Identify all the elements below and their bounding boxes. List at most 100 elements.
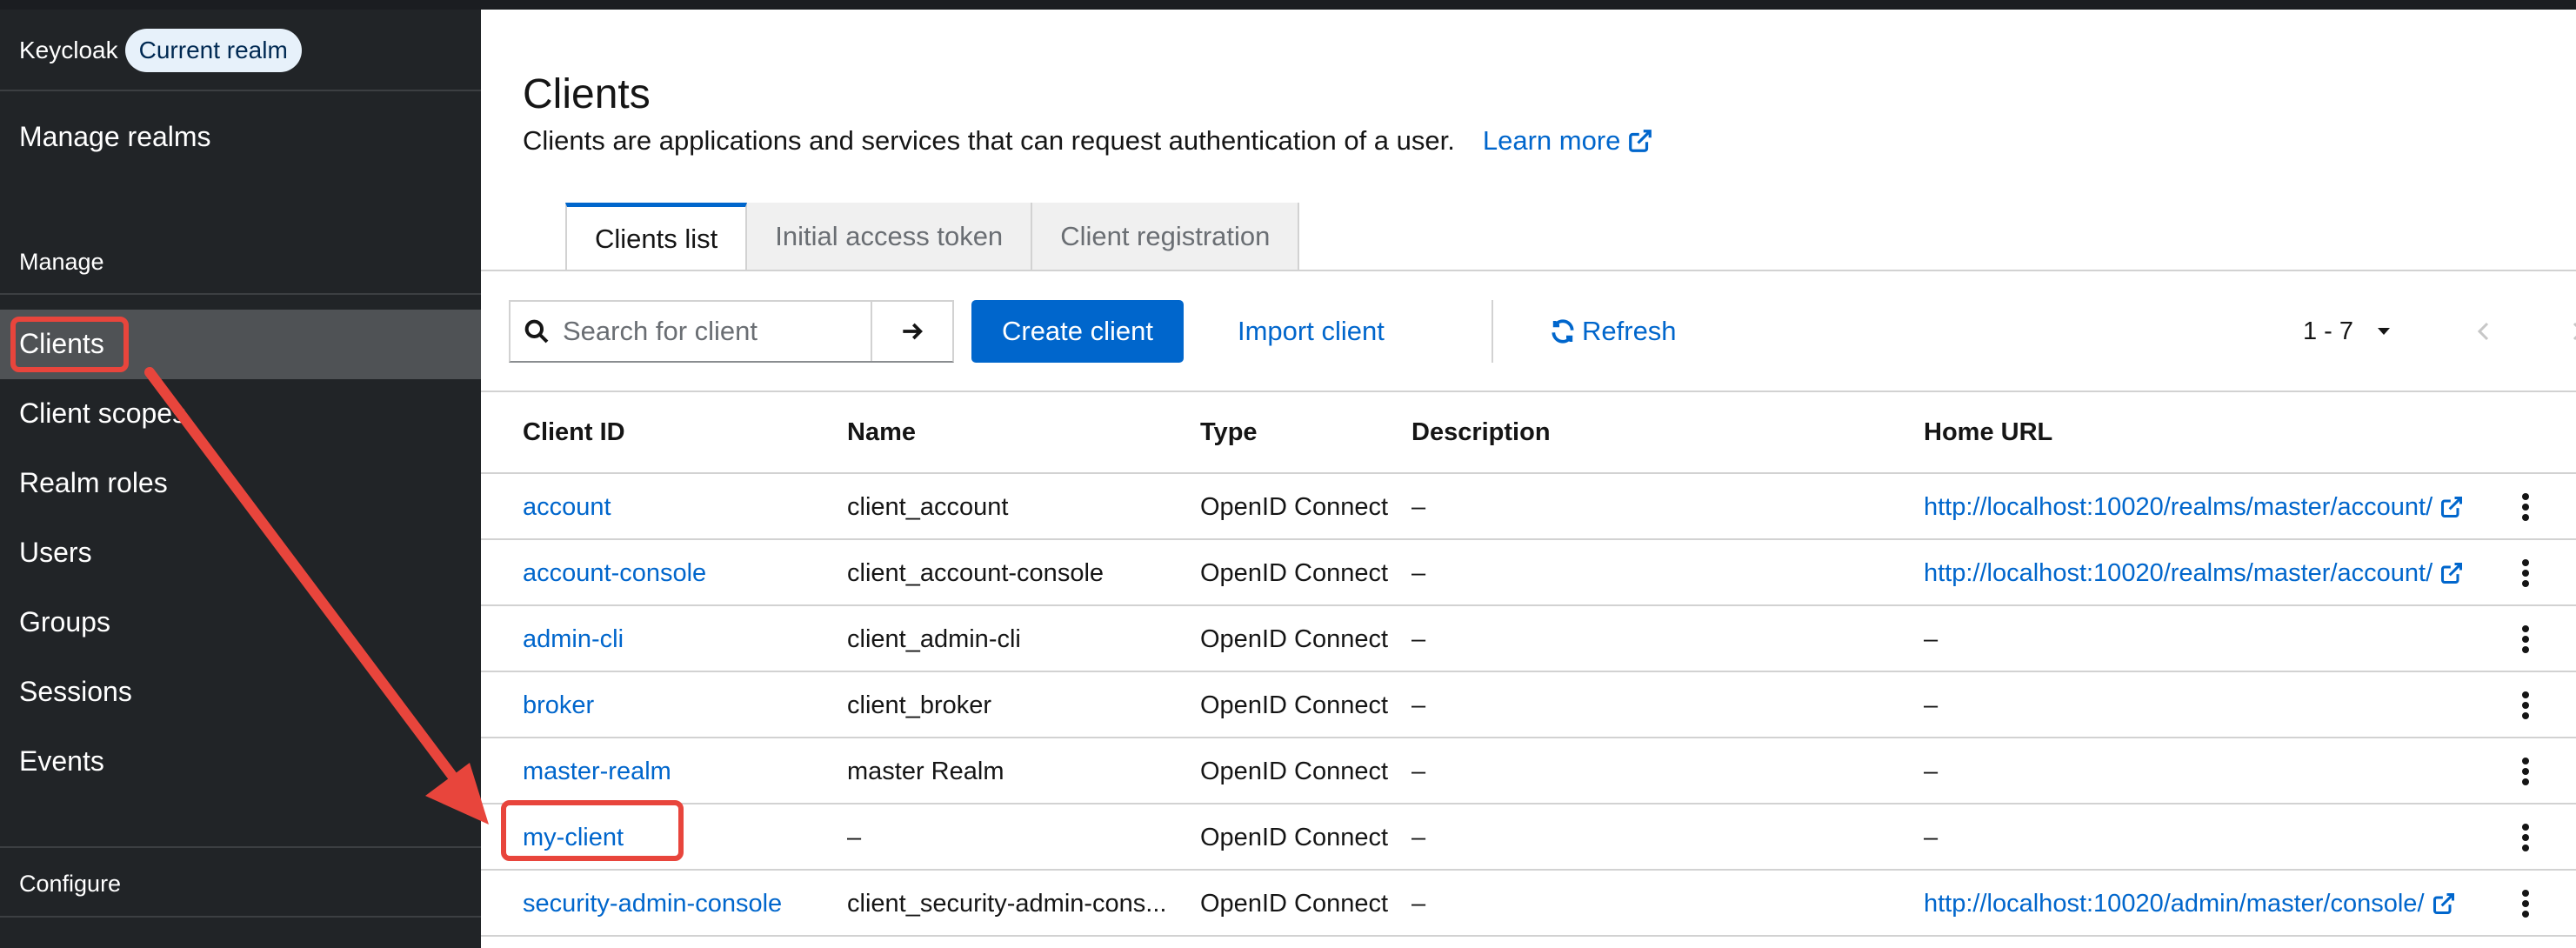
- sidebar-item-manage-realms[interactable]: Manage realms: [19, 121, 211, 153]
- pagination-range: 1 - 7: [2303, 317, 2354, 345]
- client-type: OpenID Connect: [1200, 757, 1389, 785]
- row-divider: [481, 671, 2576, 672]
- row-divider: [481, 604, 2576, 606]
- sidebar-divider: [0, 916, 481, 918]
- home-url-link[interactable]: http://localhost:10020/realms/master/acc…: [1924, 540, 2464, 606]
- client-description: –: [1411, 492, 1426, 521]
- row-actions-kebab-icon[interactable]: [2517, 491, 2534, 523]
- table-top-border: [481, 391, 2576, 392]
- refresh-icon: [1552, 319, 1574, 344]
- chevron-left-icon[interactable]: [2474, 319, 2493, 344]
- row-divider: [481, 538, 2576, 540]
- import-client-button[interactable]: Import client: [1238, 300, 1385, 363]
- client-id-link[interactable]: master-realm: [523, 738, 671, 804]
- create-client-button[interactable]: Create client: [971, 300, 1184, 363]
- home-url: –: [1924, 691, 1939, 719]
- annotation-highlight-my-client: [501, 800, 684, 861]
- client-name: –: [847, 823, 862, 851]
- tab-clients-list[interactable]: Clients list: [565, 203, 748, 270]
- tab-client-registration[interactable]: Client registration: [1032, 203, 1300, 270]
- refresh-button[interactable]: Refresh: [1549, 300, 1677, 363]
- client-id-link[interactable]: security-admin-console: [523, 871, 782, 937]
- client-name: client_admin-cli: [847, 624, 1021, 653]
- client-type: OpenID Connect: [1200, 624, 1389, 653]
- client-name: client_broker: [847, 691, 992, 719]
- row-divider: [481, 737, 2576, 738]
- search-input[interactable]: Search for client: [511, 302, 872, 361]
- main-content: Clients Clients are applications and ser…: [481, 10, 2576, 948]
- row-actions-kebab-icon[interactable]: [2517, 690, 2534, 721]
- client-type: OpenID Connect: [1200, 823, 1389, 851]
- tabs-divider: [481, 270, 2576, 271]
- sidebar-divider: [0, 293, 481, 295]
- sidebar-item-groups[interactable]: Groups: [19, 606, 110, 638]
- brand: Keycloak Current realm: [19, 24, 302, 77]
- tab-initial-access-token[interactable]: Initial access token: [747, 203, 1033, 270]
- page-description: Clients are applications and services th…: [523, 125, 1653, 157]
- table-row: broker client_broker OpenID Connect – –: [481, 672, 2576, 738]
- column-header-description[interactable]: Description: [1411, 418, 1551, 447]
- learn-more-link[interactable]: Learn more: [1483, 125, 1654, 157]
- external-link-icon: [1629, 130, 1652, 152]
- client-name: client_account-console: [847, 558, 1104, 587]
- pagination-toggle[interactable]: 1 - 7: [2303, 300, 2392, 363]
- client-type: OpenID Connect: [1200, 889, 1389, 918]
- client-name: master Realm: [847, 757, 1004, 785]
- client-id-link[interactable]: account: [523, 474, 611, 540]
- home-url: –: [1924, 823, 1939, 851]
- client-type: OpenID Connect: [1200, 691, 1389, 719]
- search-placeholder: Search for client: [563, 316, 757, 346]
- row-actions-kebab-icon[interactable]: [2517, 557, 2534, 589]
- client-name: client_account: [847, 492, 1009, 521]
- client-id-link[interactable]: broker: [523, 672, 594, 738]
- client-description: –: [1411, 757, 1426, 785]
- table-row: master-realm master Realm OpenID Connect – –: [481, 738, 2576, 804]
- column-header-home-url[interactable]: Home URL: [1924, 418, 2052, 447]
- home-url-text: http://localhost:10020/realms/master/acc…: [1924, 492, 2433, 521]
- realm-badge[interactable]: Current realm: [124, 29, 302, 72]
- row-actions-kebab-icon[interactable]: [2517, 888, 2534, 919]
- sidebar: Keycloak Current realm Manage realms Man…: [0, 10, 481, 948]
- sidebar-item-events[interactable]: Events: [19, 745, 104, 778]
- external-link-icon: [2441, 562, 2463, 584]
- client-type: OpenID Connect: [1200, 558, 1389, 587]
- table-row: admin-cli client_admin-cli OpenID Connect –…: [481, 606, 2576, 672]
- row-divider: [481, 472, 2576, 474]
- home-url-link[interactable]: http://localhost:10020/realms/master/acc…: [1924, 474, 2464, 540]
- page-description-text: Clients are applications and services th…: [523, 125, 1455, 156]
- arrow-right-icon: [903, 323, 923, 340]
- client-id-link[interactable]: account-console: [523, 540, 706, 606]
- toolbar-divider: [1492, 300, 1493, 363]
- column-header-type[interactable]: Type: [1200, 418, 1258, 447]
- table-row: account client_account OpenID Connect – http…: [481, 474, 2576, 540]
- client-id-link[interactable]: admin-cli: [523, 606, 624, 672]
- sidebar-item-realm-roles[interactable]: Realm roles: [19, 467, 168, 499]
- sidebar-item-sessions[interactable]: Sessions: [19, 676, 132, 708]
- search-group: Search for client: [509, 300, 954, 363]
- search-submit-button[interactable]: [872, 302, 952, 361]
- external-link-icon: [2433, 892, 2454, 915]
- search-icon: [524, 319, 549, 344]
- home-url-link[interactable]: http://localhost:10020/admin/master/cons…: [1924, 871, 2456, 937]
- brand-name: Keycloak: [19, 37, 118, 63]
- top-bar: [0, 0, 2576, 10]
- annotation-highlight-clients: [10, 317, 129, 372]
- refresh-label: Refresh: [1582, 316, 1677, 346]
- chevron-right-icon[interactable]: [2568, 319, 2576, 344]
- column-header-name[interactable]: Name: [847, 418, 916, 447]
- client-description: –: [1411, 691, 1426, 719]
- row-divider: [481, 869, 2576, 871]
- row-divider: [481, 803, 2576, 804]
- sidebar-item-users[interactable]: Users: [19, 537, 92, 569]
- row-actions-kebab-icon[interactable]: [2517, 756, 2534, 787]
- column-header-client-id[interactable]: Client ID: [523, 418, 625, 447]
- table-row: my-client – OpenID Connect – –: [481, 804, 2576, 871]
- row-actions-kebab-icon[interactable]: [2517, 822, 2534, 853]
- table-row: security-admin-console client_security-ad…: [481, 871, 2576, 937]
- row-actions-kebab-icon[interactable]: [2517, 624, 2534, 655]
- client-description: –: [1411, 558, 1426, 587]
- external-link-icon: [2441, 496, 2463, 518]
- sidebar-item-client-scopes[interactable]: Client scopes: [19, 397, 186, 430]
- sidebar-divider: [0, 846, 481, 848]
- sidebar-section-manage: Manage: [19, 249, 104, 275]
